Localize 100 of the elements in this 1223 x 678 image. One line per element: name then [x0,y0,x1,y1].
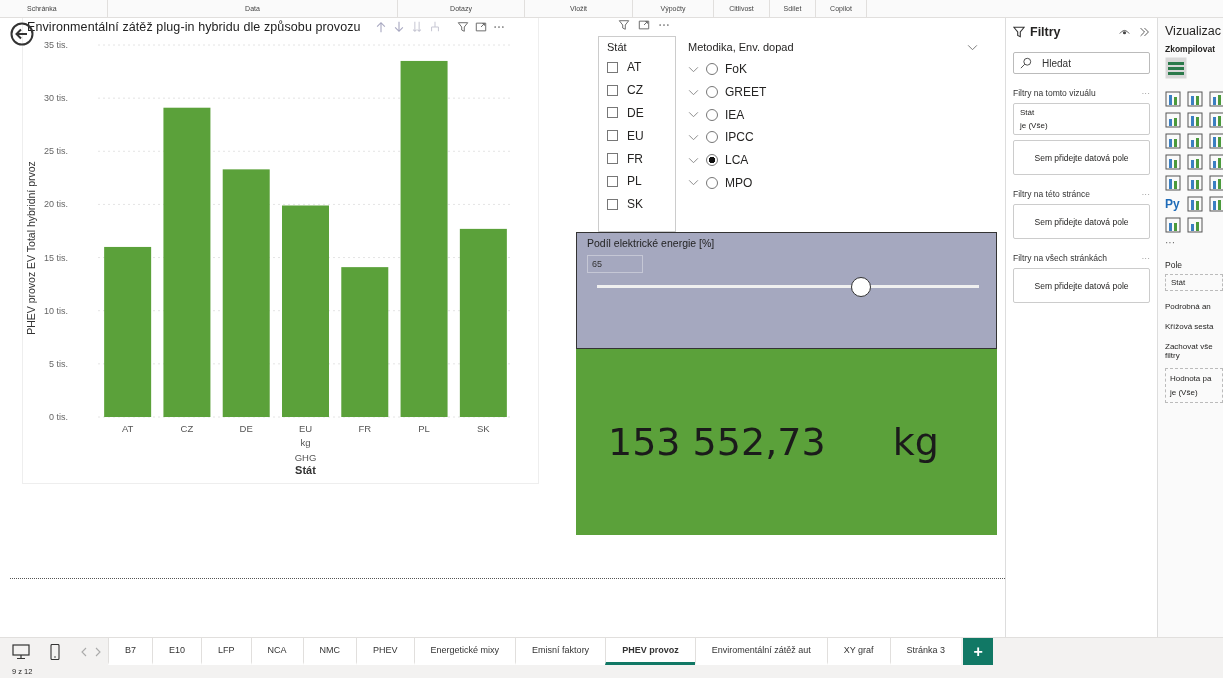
slicer-item-label[interactable]: MPO [725,175,753,190]
field-well[interactable]: Stát [1165,274,1223,291]
radio-button[interactable] [706,154,718,167]
x-sublabel: GHG [294,452,317,463]
y-tick-label: 25 tis. [44,146,68,157]
filter-icon[interactable] [456,21,469,33]
bar[interactable] [341,267,389,417]
chevron-down-icon[interactable] [688,111,699,119]
desktop-icon[interactable] [12,643,30,660]
page-tab[interactable]: B7 [108,638,152,665]
slicer-item-label[interactable]: LCA [725,153,749,168]
visual-type-icon[interactable] [1209,175,1223,191]
visual-type-icon[interactable] [1187,91,1203,107]
drop-zone[interactable]: Sem přidejte datová pole [1013,268,1150,303]
drop-zone[interactable]: Sem přidejte datová pole [1013,204,1150,239]
page-tab[interactable]: PHEV [356,638,414,665]
value-field[interactable]: 65 [587,255,643,273]
page-tab[interactable]: LFP [201,638,251,665]
visual-type-icon[interactable] [1187,133,1203,149]
visual-type-icon[interactable] [1187,196,1203,212]
chevron-down-icon[interactable] [688,156,699,164]
visual-type-icon[interactable] [1209,112,1223,128]
visual-type-icon[interactable] [1165,91,1181,107]
page-tab[interactable]: E10 [152,638,202,665]
slicer-item-label[interactable]: SK [627,197,643,212]
slicer-item-label[interactable]: CZ [627,83,643,98]
checkbox[interactable] [607,198,618,210]
x-tick-label: SK [477,423,490,434]
x-tick-label: CZ [180,423,194,434]
page-tab[interactable]: Enviromentální zátěž aut [694,638,827,665]
table-icon[interactable] [1165,57,1187,79]
checkbox[interactable] [607,175,618,187]
slicer-item-label[interactable]: IEA [725,107,745,122]
visual-type-icon[interactable] [1165,112,1181,128]
bar[interactable] [104,246,152,417]
page-tab[interactable]: Stránka 3 [889,638,962,665]
eye-icon[interactable] [1119,27,1130,37]
slider-thumb[interactable] [850,277,871,297]
scroll-left-icon[interactable] [80,646,88,657]
chevron-down-icon[interactable] [688,179,699,187]
visual-type-icon[interactable] [1209,196,1223,212]
focus-mode-icon[interactable] [474,21,487,33]
slicer-item-label[interactable]: AT [627,60,642,75]
chevron-down-icon[interactable] [967,43,978,51]
slicer-item-label[interactable]: DE [627,106,644,120]
arrow-up-icon[interactable] [374,21,387,33]
chevron-down-icon[interactable] [688,65,699,73]
y-tick-label: 35 tis. [44,40,68,50]
slicer-item-label[interactable]: FR [627,151,643,166]
visual-type-icon[interactable] [1187,175,1203,191]
visual-type-icon[interactable] [1209,154,1223,170]
checkbox[interactable] [607,153,618,165]
kpi-value: 153 552,73 [608,420,826,464]
visual-type-icon[interactable] [1165,175,1181,191]
filter-card[interactable]: Stát je (Vše) [1013,103,1150,135]
visual-type-icon[interactable] [1165,154,1181,170]
bar[interactable] [222,169,270,417]
visual-type-icon[interactable] [1165,133,1181,149]
page-tab[interactable]: NCA [250,638,303,665]
visual-type-icon[interactable] [1165,217,1181,233]
arrow-down-icon[interactable] [392,21,405,33]
scroll-right-icon[interactable] [94,646,102,657]
slicer-item-label[interactable]: EU [627,128,644,143]
y-axis-title: PHEV provoz EV Total hybridní prvoz [25,161,37,335]
x-tick-label: FR [358,423,372,434]
chevron-down-icon[interactable] [688,88,699,96]
checkbox[interactable] [607,130,618,142]
visual-type-icon[interactable] [1209,133,1223,149]
page-tab[interactable]: NMC [302,638,357,665]
checkbox[interactable] [607,84,618,96]
drop-zone[interactable]: Sem přidejte datová pole [1013,140,1150,175]
section-title: Filtry na všech stránkách [1013,253,1107,263]
chevron-down-icon[interactable] [688,133,699,141]
collapse-icon[interactable] [1139,27,1150,37]
visual-type-icon[interactable] [1187,154,1203,170]
slicer-item-label[interactable]: IPCC [725,130,754,145]
python-visual-button[interactable]: Py [1165,196,1181,212]
filter-card[interactable]: Hodnota pa je (Vše) [1165,368,1223,403]
more-button[interactable]: ··· [1165,237,1223,248]
pane-title: Vizualizac [1165,24,1223,38]
x-tick-label: EU [298,423,313,434]
slicer-item-label[interactable]: FoK [725,62,747,77]
visual-type-icon[interactable] [1209,91,1223,107]
checkbox[interactable] [607,107,618,119]
bar[interactable] [459,228,507,417]
slicer-item-label[interactable]: PL [627,174,642,189]
page-tab[interactable]: Energetické mixy [413,638,516,665]
slicer-item-label[interactable]: GREET [725,85,767,100]
visual-type-icon[interactable] [1187,217,1203,233]
filter-icon[interactable] [618,19,630,31]
checkbox[interactable] [607,61,618,73]
page-tab[interactable]: XY graf [826,638,890,665]
page-tab[interactable]: PHEV provoz [605,638,695,665]
focus-mode-icon[interactable] [638,19,650,31]
search-field[interactable]: Hledat [1013,52,1150,74]
page-tab[interactable]: Emisní faktory [515,638,606,665]
visual-type-icon[interactable] [1187,112,1203,128]
add-page-button[interactable]: + [963,638,994,665]
y-tick-label: 15 tis. [44,252,68,263]
x-axis-title: Stát [295,464,316,476]
